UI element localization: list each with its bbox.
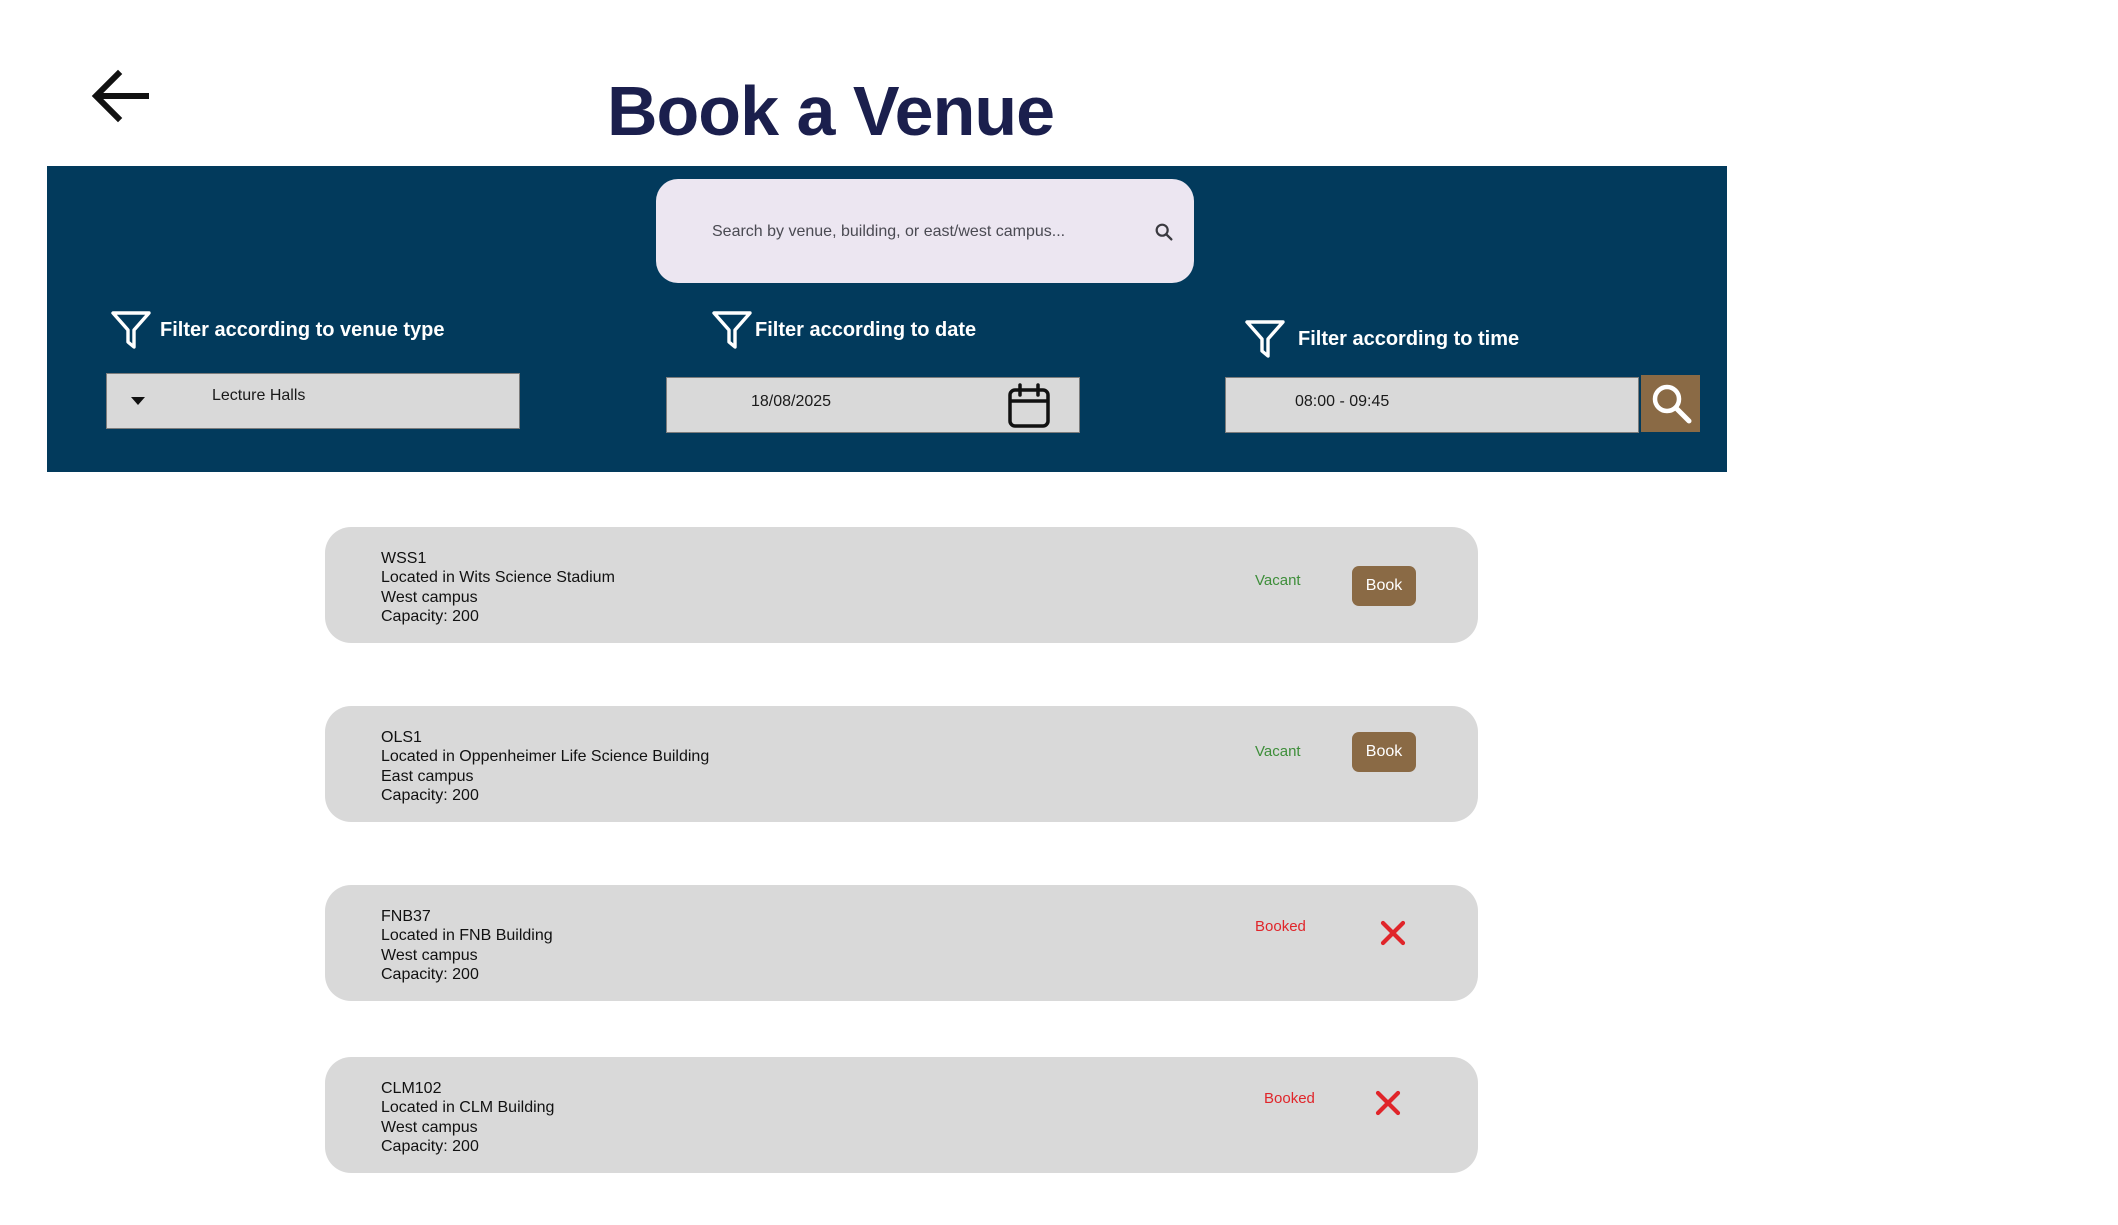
date-filter-label: Filter according to date <box>711 309 976 351</box>
time-field[interactable]: 08:00 - 09:45 <box>1225 377 1639 433</box>
close-icon[interactable] <box>1375 1090 1401 1116</box>
venue-type-dropdown[interactable]: Lecture Halls <box>106 373 520 429</box>
arrow-left-icon <box>91 69 149 123</box>
time-filter-label: Filter according to time <box>1244 318 1519 360</box>
book-button[interactable]: Book <box>1352 566 1416 606</box>
venue-info: WSS1 Located in Wits Science Stadium Wes… <box>381 549 615 626</box>
status-badge: Booked <box>1264 1090 1315 1107</box>
venue-location: Located in FNB Building <box>381 927 553 945</box>
date-filter-text: Filter according to date <box>755 318 977 341</box>
venue-capacity: Capacity: 200 <box>381 607 479 625</box>
venue-campus: West campus <box>381 946 478 964</box>
time-filter-text: Filter according to time <box>1298 327 1520 350</box>
status-badge: Vacant <box>1255 572 1301 589</box>
venue-code: WSS1 <box>381 550 427 567</box>
search-button[interactable] <box>1641 375 1700 432</box>
calendar-icon[interactable] <box>1007 383 1051 429</box>
page-title: Book a Venue <box>607 72 1055 150</box>
funnel-icon <box>1245 320 1285 358</box>
venue-campus: West campus <box>381 588 478 606</box>
venue-code: CLM102 <box>381 1080 442 1097</box>
venue-location: Located in Oppenheimer Life Science Buil… <box>381 748 710 766</box>
venue-card[interactable]: CLM102 Located in CLM Building West camp… <box>325 1057 1478 1173</box>
venue-capacity: Capacity: 200 <box>381 786 479 804</box>
venue-campus: West campus <box>381 1118 478 1136</box>
venue-location: Located in Wits Science Stadium <box>381 569 615 587</box>
funnel-icon <box>111 311 151 349</box>
venue-location: Located in CLM Building <box>381 1099 555 1117</box>
search-icon <box>1652 384 1691 424</box>
venue-type-filter-label: Filter according to venue type <box>110 309 445 351</box>
search-icon[interactable] <box>1153 221 1175 243</box>
venue-code: OLS1 <box>381 729 422 746</box>
venue-campus: East campus <box>381 767 474 785</box>
venue-card[interactable]: WSS1 Located in Wits Science Stadium Wes… <box>325 527 1478 643</box>
venue-card[interactable]: OLS1 Located in Oppenheimer Life Science… <box>325 706 1478 822</box>
date-value: 18/08/2025 <box>751 393 832 410</box>
venue-type-filter-text: Filter according to venue type <box>160 318 445 341</box>
venue-info: FNB37 Located in FNB Building West campu… <box>381 907 553 984</box>
status-badge: Vacant <box>1255 743 1301 760</box>
venue-capacity: Capacity: 200 <box>381 1137 479 1155</box>
venue-info: OLS1 Located in Oppenheimer Life Science… <box>381 728 709 805</box>
venue-info: CLM102 Located in CLM Building West camp… <box>381 1079 554 1156</box>
funnel-icon <box>712 311 752 349</box>
venue-type-value: Lecture Halls <box>212 387 306 404</box>
book-button[interactable]: Book <box>1352 732 1416 772</box>
search-input[interactable] <box>710 213 1114 251</box>
date-field[interactable]: 18/08/2025 <box>666 377 1080 433</box>
venue-capacity: Capacity: 200 <box>381 965 479 983</box>
back-button[interactable] <box>88 64 152 128</box>
close-icon[interactable] <box>1380 920 1406 946</box>
status-badge: Booked <box>1255 918 1306 935</box>
chevron-down-icon <box>131 397 145 405</box>
venue-code: FNB37 <box>381 908 431 925</box>
time-value: 08:00 - 09:45 <box>1295 393 1390 410</box>
search-bar[interactable] <box>656 179 1194 283</box>
venue-card[interactable]: FNB37 Located in FNB Building West campu… <box>325 885 1478 1001</box>
